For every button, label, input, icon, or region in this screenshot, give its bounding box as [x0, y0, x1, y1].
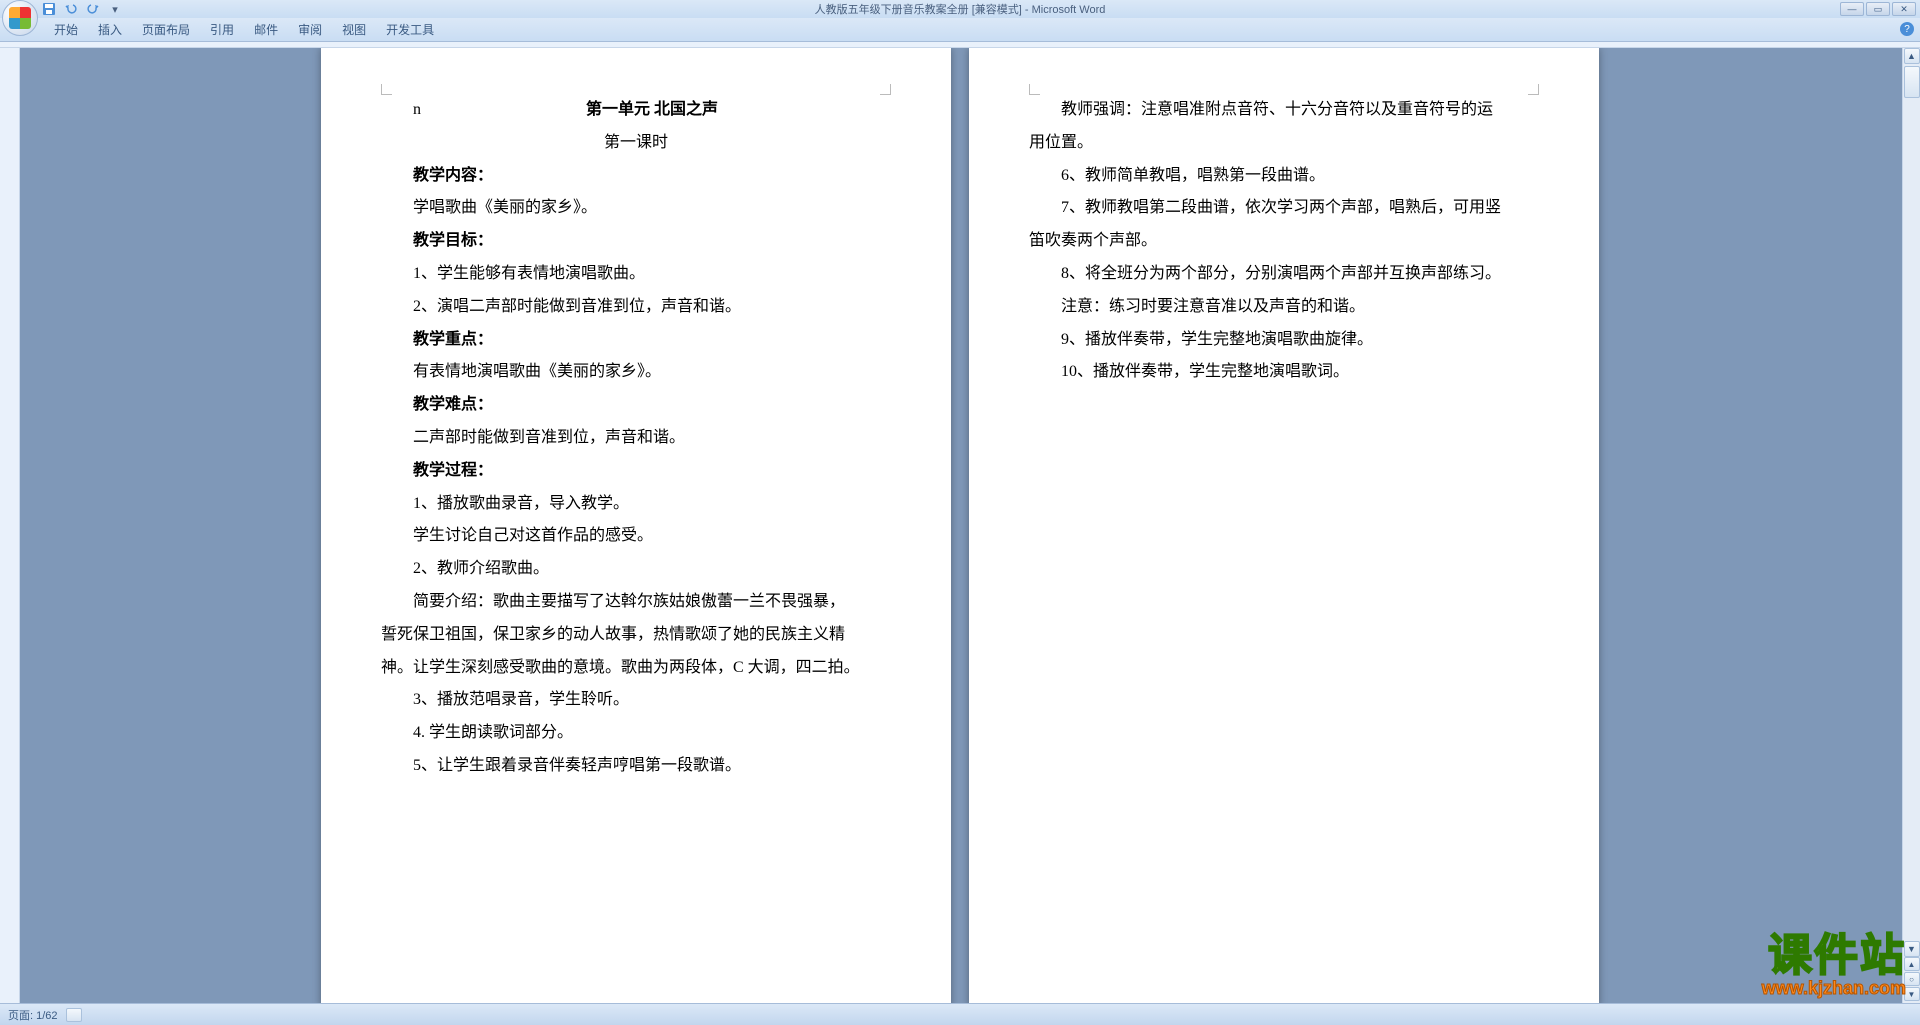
- focus-p1: 有表情地演唱歌曲《美丽的家乡》。: [381, 356, 891, 389]
- status-icon[interactable]: [66, 1008, 82, 1022]
- office-logo-icon: [9, 7, 31, 29]
- heading-goal: 教学目标：: [381, 225, 891, 258]
- prev-page-button[interactable]: ▲: [1904, 957, 1920, 971]
- proc-p8: 4. 学生朗读歌词部分。: [381, 717, 891, 750]
- vertical-ruler[interactable]: [0, 48, 20, 1003]
- r-p8: 9、播放伴奏带，学生完整地演唱歌曲旋律。: [1029, 324, 1539, 357]
- redo-button[interactable]: [84, 1, 102, 17]
- minimize-button[interactable]: —: [1840, 2, 1864, 16]
- title-bar: ▾ 人教版五年级下册音乐教案全册 [兼容模式] - Microsoft Word…: [0, 0, 1920, 18]
- tab-developer[interactable]: 开发工具: [376, 18, 444, 41]
- heading-focus: 教学重点：: [381, 324, 891, 357]
- goal-p2: 2、演唱二声部时能做到音准到位，声音和谐。: [381, 291, 891, 324]
- tab-review[interactable]: 审阅: [288, 18, 332, 41]
- proc-p9: 5、让学生跟着录音伴奏轻声哼唱第一段歌谱。: [381, 750, 891, 783]
- save-button[interactable]: [40, 1, 58, 17]
- watermark: 课件站 www.kjzhan.com: [1762, 934, 1906, 999]
- proc-p5: 誓死保卫祖国，保卫家乡的动人故事，热情歌颂了她的民族主义精: [381, 619, 891, 652]
- browse-object-button[interactable]: ○: [1904, 972, 1920, 986]
- scroll-down-button[interactable]: ▼: [1904, 941, 1920, 957]
- watermark-url: www.kjzhan.com: [1762, 978, 1906, 999]
- scroll-track[interactable]: [1904, 64, 1920, 941]
- goal-p1: 1、学生能够有表情地演唱歌曲。: [381, 258, 891, 291]
- ribbon-tabs: 开始 插入 页面布局 引用 邮件 审阅 视图 开发工具 ?: [0, 18, 1920, 42]
- lesson-title: 第一课时: [381, 127, 891, 160]
- quick-access-toolbar: ▾: [40, 1, 124, 17]
- r-p2: 用位置。: [1029, 127, 1539, 160]
- status-bar: 页面: 1/62: [0, 1003, 1920, 1025]
- unit-title: 第一单元 北国之声: [586, 101, 718, 118]
- hard-p1: 二声部时能做到音准到位，声音和谐。: [381, 422, 891, 455]
- window-title: 人教版五年级下册音乐教案全册 [兼容模式] - Microsoft Word: [815, 1, 1106, 17]
- heading-hard: 教学难点：: [381, 389, 891, 422]
- heading-proc: 教学过程：: [381, 455, 891, 488]
- undo-button[interactable]: [62, 1, 80, 17]
- watermark-title: 课件站: [1762, 934, 1906, 978]
- heading-content: 教学内容：: [381, 160, 891, 193]
- qat-customize-button[interactable]: ▾: [106, 1, 124, 17]
- maximize-button[interactable]: ▭: [1866, 2, 1890, 16]
- tab-home[interactable]: 开始: [44, 18, 88, 41]
- tab-mailings[interactable]: 邮件: [244, 18, 288, 41]
- tab-page-layout[interactable]: 页面布局: [132, 18, 200, 41]
- document-area: n 第一单元 北国之声 第一课时 教学内容： 学唱歌曲《美丽的家乡》。 教学目标：…: [0, 48, 1920, 1003]
- office-button[interactable]: [2, 0, 38, 36]
- tab-view[interactable]: 视图: [332, 18, 376, 41]
- vertical-scrollbar[interactable]: ▲ ▼ ▲ ○ ▼: [1902, 48, 1920, 1003]
- proc-p4: 简要介绍：歌曲主要描写了达斡尔族姑娘傲蕾一兰不畏强暴，: [381, 586, 891, 619]
- document-page-1[interactable]: n 第一单元 北国之声 第一课时 教学内容： 学唱歌曲《美丽的家乡》。 教学目标：…: [321, 48, 951, 1003]
- tab-insert[interactable]: 插入: [88, 18, 132, 41]
- tab-references[interactable]: 引用: [200, 18, 244, 41]
- proc-p1: 1、播放歌曲录音，导入教学。: [381, 488, 891, 521]
- scroll-up-button[interactable]: ▲: [1904, 48, 1920, 64]
- proc-p7: 3、播放范唱录音，学生聆听。: [381, 684, 891, 717]
- close-button[interactable]: ✕: [1892, 2, 1916, 16]
- proc-p3: 2、教师介绍歌曲。: [381, 553, 891, 586]
- doc-n-mark: n: [381, 94, 421, 127]
- r-p9: 10、播放伴奏带，学生完整地演唱歌词。: [1029, 356, 1539, 389]
- scroll-thumb[interactable]: [1904, 66, 1920, 98]
- next-page-button[interactable]: ▼: [1904, 987, 1920, 1001]
- r-p5: 笛吹奏两个声部。: [1029, 225, 1539, 258]
- r-p1: 教师强调：注意唱准附点音符、十六分音符以及重音符号的运: [1029, 94, 1539, 127]
- help-icon[interactable]: ?: [1900, 22, 1914, 36]
- document-page-2[interactable]: 教师强调：注意唱准附点音符、十六分音符以及重音符号的运 用位置。 6、教师简单教…: [969, 48, 1599, 1003]
- page-indicator[interactable]: 页面: 1/62: [8, 1007, 58, 1023]
- content-p1: 学唱歌曲《美丽的家乡》。: [381, 192, 891, 225]
- r-p6: 8、将全班分为两个部分，分别演唱两个声部并互换声部练习。: [1029, 258, 1539, 291]
- r-p3: 6、教师简单教唱，唱熟第一段曲谱。: [1029, 160, 1539, 193]
- proc-p6: 神。让学生深刻感受歌曲的意境。歌曲为两段体，C 大调，四二拍。: [381, 652, 891, 685]
- r-p7: 注意：练习时要注意音准以及声音的和谐。: [1029, 291, 1539, 324]
- proc-p2: 学生讨论自己对这首作品的感受。: [381, 520, 891, 553]
- r-p4: 7、教师教唱第二段曲谱，依次学习两个声部，唱熟后，可用竖: [1029, 192, 1539, 225]
